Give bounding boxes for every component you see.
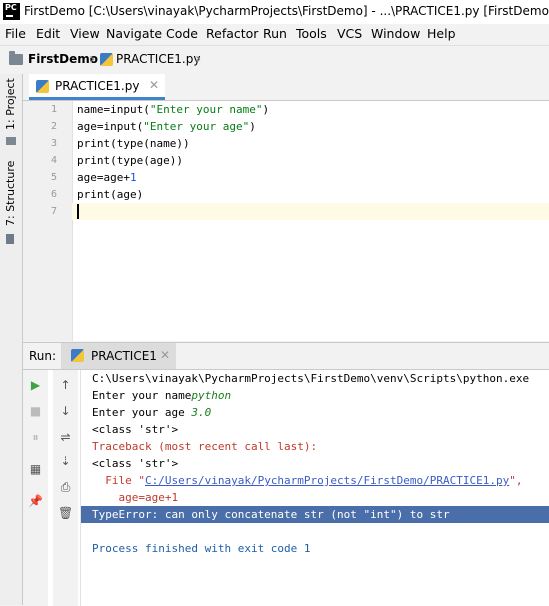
trash-icon[interactable]: 🗑	[58, 506, 73, 521]
line-number-gutter: 1 2 3 4 5 6 7	[23, 101, 73, 341]
chevron-right-icon: ›	[89, 49, 96, 68]
logo-text: PC	[5, 3, 17, 12]
menu-vcs[interactable]: VCS	[337, 26, 362, 41]
project-folder-icon	[6, 137, 16, 145]
python-file-icon	[71, 349, 84, 362]
menu-code[interactable]: Code	[166, 26, 198, 41]
python-file-icon	[100, 53, 113, 66]
console-line: <class 'str'>	[92, 457, 179, 470]
console-line: Traceback (most recent call last):	[92, 440, 318, 453]
console-error-line: TypeError: can only concatenate str (not…	[81, 506, 549, 523]
code-line: age=age+1	[77, 171, 137, 184]
soft-wrap-icon[interactable]: ⇌	[58, 430, 73, 445]
editor-tab-label: PRACTICE1.py	[55, 79, 140, 93]
editor-tabs: PRACTICE1.py ✕	[23, 74, 549, 101]
stop-icon[interactable]: ■	[28, 404, 43, 419]
layout-icon[interactable]: ▦	[28, 462, 43, 477]
text-caret	[77, 204, 79, 219]
console-line: File "C:/Users/vinayak/PycharmProjects/F…	[92, 474, 530, 487]
chevron-right-icon: ›	[195, 49, 202, 68]
menu-bar: File Edit View Navigate Code Refactor Ru…	[0, 24, 549, 44]
menu-file[interactable]: File	[5, 26, 26, 41]
print-icon[interactable]: ⎙	[58, 480, 73, 495]
line-number: 3	[50, 138, 57, 149]
run-label: Run:	[29, 349, 57, 363]
close-icon[interactable]: ✕	[160, 348, 170, 362]
run-header: Run: PRACTICE1 ✕	[23, 343, 549, 370]
tab-structure[interactable]: 7: Structure	[4, 161, 17, 226]
run-toolbar-right: ↑ ↓ ⇌ ⇣ ⎙ 🗑	[53, 370, 78, 606]
line-number: 6	[50, 189, 57, 200]
menu-window[interactable]: Window	[371, 26, 420, 41]
current-line-highlight	[72, 203, 549, 220]
menu-run[interactable]: Run	[263, 26, 287, 41]
menu-navigate[interactable]: Navigate	[106, 26, 162, 41]
python-file-icon	[36, 80, 49, 93]
menu-tools[interactable]: Tools	[296, 26, 327, 41]
scroll-to-end-icon[interactable]: ⇣	[58, 454, 73, 469]
code-editor[interactable]: 1 2 3 4 5 6 7 name=input("Enter your nam…	[23, 101, 549, 341]
arrow-down-icon[interactable]: ↓	[58, 404, 73, 419]
menu-help[interactable]: Help	[427, 26, 456, 41]
rerun-icon[interactable]: ▶	[28, 378, 43, 393]
folder-icon	[9, 51, 23, 65]
console-line: Process finished with exit code 1	[92, 542, 311, 555]
console-line: Enter your age 3.0	[92, 406, 212, 419]
tab-project[interactable]: 1: Project	[4, 78, 17, 130]
arrow-up-icon[interactable]: ↑	[58, 378, 73, 393]
run-panel: Run: PRACTICE1 ✕ ▶ ■ ⏸ ▦ 📌 ↑ ↓ ⇌ ⇣ ⎙ 🗑 C…	[23, 342, 549, 606]
console-output[interactable]: C:\Users\vinayak\PycharmProjects\FirstDe…	[80, 370, 549, 606]
console-line: age=age+1	[92, 491, 179, 504]
tab-practice1-py[interactable]: PRACTICE1.py ✕	[29, 74, 165, 100]
code-line: age=input("Enter your age")	[77, 120, 256, 133]
console-line: <class 'str'>	[92, 423, 179, 436]
line-number: 5	[50, 172, 57, 183]
file-link[interactable]: C:/Users/vinayak/PycharmProjects/FirstDe…	[145, 474, 509, 487]
menu-view[interactable]: View	[70, 26, 100, 41]
menu-refactor[interactable]: Refactor	[206, 26, 258, 41]
run-toolbar-left: ▶ ■ ⏸ ▦ 📌	[23, 370, 48, 606]
line-number: 2	[50, 121, 57, 132]
line-number: 7	[50, 206, 57, 217]
line-number: 1	[50, 104, 57, 115]
menu-edit[interactable]: Edit	[36, 26, 60, 41]
code-line: print(type(age))	[77, 154, 183, 167]
console-line: C:\Users\vinayak\PycharmProjects\FirstDe…	[92, 372, 530, 385]
pause-icon[interactable]: ⏸	[28, 430, 43, 445]
run-tab-practice1[interactable]: PRACTICE1 ✕	[61, 343, 176, 369]
code-line: print(type(name))	[77, 137, 190, 150]
console-line: Enter your namepython	[92, 389, 232, 402]
line-number: 4	[50, 155, 57, 166]
title-bar: PC FirstDemo [C:\Users\vinayak\PycharmPr…	[0, 0, 549, 24]
pycharm-logo-icon: PC	[3, 3, 20, 20]
run-tab-label: PRACTICE1	[91, 349, 157, 363]
window-title: FirstDemo [C:\Users\vinayak\PycharmProje…	[24, 4, 549, 18]
structure-icon	[6, 234, 14, 244]
code-line: print(age)	[77, 188, 144, 201]
left-tool-strip: 1: Project 7: Structure	[0, 74, 23, 605]
pin-icon[interactable]: 📌	[28, 494, 43, 509]
breadcrumb: FirstDemo › PRACTICE1.py ›	[0, 45, 549, 75]
close-icon[interactable]: ✕	[149, 78, 159, 92]
breadcrumb-file[interactable]: PRACTICE1.py	[116, 52, 200, 66]
breadcrumb-project[interactable]: FirstDemo	[28, 52, 98, 66]
code-line: name=input("Enter your name")	[77, 103, 270, 116]
